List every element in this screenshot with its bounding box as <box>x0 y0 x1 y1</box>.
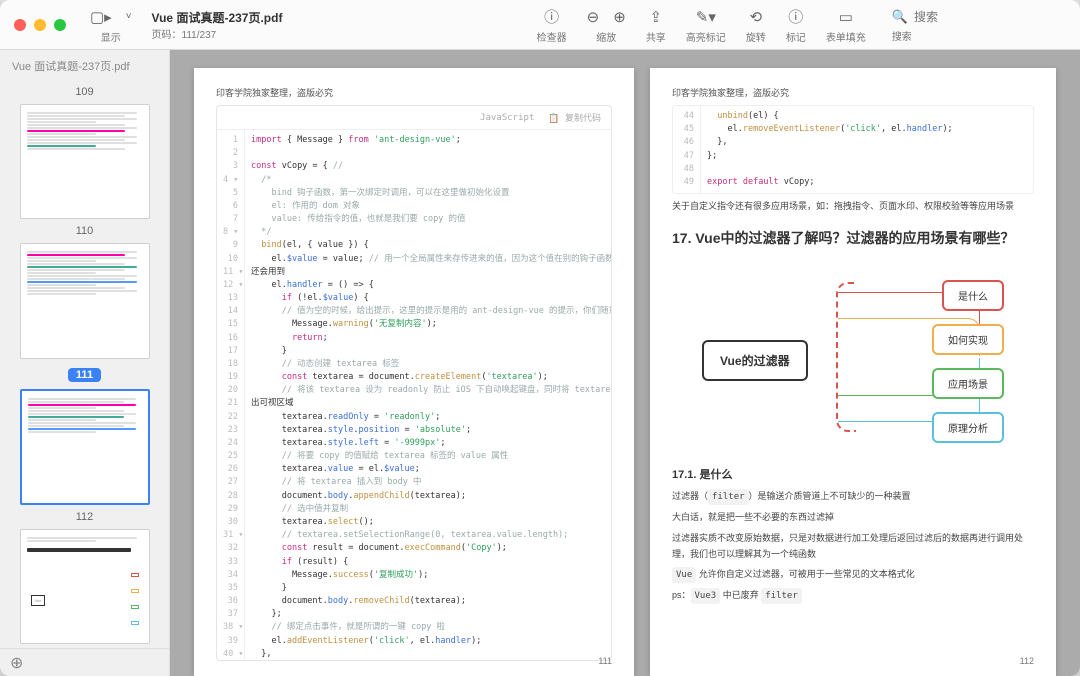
rotate-button[interactable]: ⟲ 旋转 <box>736 0 776 49</box>
sidebar-toggle[interactable]: ▢▸˅ 显示 <box>80 0 142 49</box>
zoom-controls[interactable]: ⊖⊕ 缩放 <box>577 0 636 49</box>
mind-node-3: 应用场景 <box>932 368 1004 399</box>
search-icon: 🔍 <box>892 9 908 25</box>
inspector-button[interactable]: ⓘ 检查器 <box>527 0 577 49</box>
mindmap: Vue的过滤器 是什么 如何实现 应用场景 原理分析 <box>672 262 1034 452</box>
highlight-button[interactable]: ✎▾ 高亮标记 <box>676 0 736 49</box>
app-window: ▢▸˅ 显示 Vue 面试真题-237页.pdf 页码：111/237 ⓘ 检查… <box>0 0 1080 676</box>
thumb-112[interactable]: Vue <box>20 529 150 644</box>
markup-icon: ⓘ <box>788 6 803 27</box>
rotate-icon: ⟲ <box>750 8 763 26</box>
form-button[interactable]: ▭ 表单填充 <box>816 0 876 49</box>
markup-button[interactable]: ⓘ 标记 <box>776 0 816 49</box>
mind-node-2: 如何实现 <box>932 324 1004 355</box>
zoom-out-icon[interactable]: ⊖ <box>587 8 600 26</box>
code-lang: JavaScript <box>480 113 534 123</box>
page-111: 印客学院独家整理，盗版必究 JavaScript 📋 复制代码 1234 ▾56… <box>194 68 634 676</box>
highlight-icon: ✎▾ <box>696 8 716 26</box>
zoom-icon[interactable] <box>54 19 66 31</box>
code-block: JavaScript 📋 复制代码 1234 ▾5678 ▾91011 ▾12 … <box>216 105 612 661</box>
form-icon: ▭ <box>839 8 853 26</box>
sidebar-icon: ▢▸ <box>90 8 112 26</box>
thumb-111[interactable] <box>20 389 150 505</box>
sidebar-footer: ⊕ <box>0 648 169 676</box>
zoom-in-icon[interactable]: ⊕ <box>613 8 626 26</box>
code-source: import { Message } from 'ant-design-vue'… <box>245 130 611 660</box>
titlebar: ▢▸˅ 显示 Vue 面试真题-237页.pdf 页码：111/237 ⓘ 检查… <box>0 0 1080 50</box>
minimize-icon[interactable] <box>34 19 46 31</box>
add-icon[interactable]: ⊕ <box>10 653 23 673</box>
info-icon: ⓘ <box>544 6 559 27</box>
sidebar-doc-name: Vue 面试真题-237页.pdf <box>0 50 169 82</box>
current-page-badge: 111 <box>68 368 101 382</box>
mindmap-root: Vue的过滤器 <box>702 340 808 381</box>
window-controls <box>0 19 80 31</box>
page-indicator: 页码：111/237 <box>152 26 283 41</box>
mind-node-1: 是什么 <box>942 280 1004 311</box>
page-number: 111 <box>598 656 612 666</box>
page-number: 112 <box>1020 656 1034 666</box>
document-title: Vue 面试真题-237页.pdf <box>152 9 283 26</box>
close-icon[interactable] <box>14 19 26 31</box>
thumb-109[interactable] <box>20 104 150 219</box>
question-17-heading: 17. Vue中的过滤器了解吗？过滤器的应用场景有哪些？ <box>672 228 1034 248</box>
pdf-viewer[interactable]: 印客学院独家整理，盗版必究 JavaScript 📋 复制代码 1234 ▾56… <box>170 50 1080 676</box>
thumbnail-sidebar: Vue 面试真题-237页.pdf 109 110 111 112 <box>0 50 170 676</box>
thumb-110[interactable] <box>20 243 150 358</box>
mind-node-4: 原理分析 <box>932 412 1004 443</box>
search-input[interactable] <box>914 6 1064 28</box>
copy-code-button[interactable]: 📋 复制代码 <box>548 111 601 124</box>
share-icon: ⇪ <box>650 8 663 26</box>
page-112: 印客学院独家整理，盗版必究 444546474849 unbind(el) { … <box>650 68 1056 676</box>
share-button[interactable]: ⇪ 共享 <box>636 0 676 49</box>
line-gutter: 1234 ▾5678 ▾91011 ▾12 ▾13141516171819202… <box>217 130 245 660</box>
